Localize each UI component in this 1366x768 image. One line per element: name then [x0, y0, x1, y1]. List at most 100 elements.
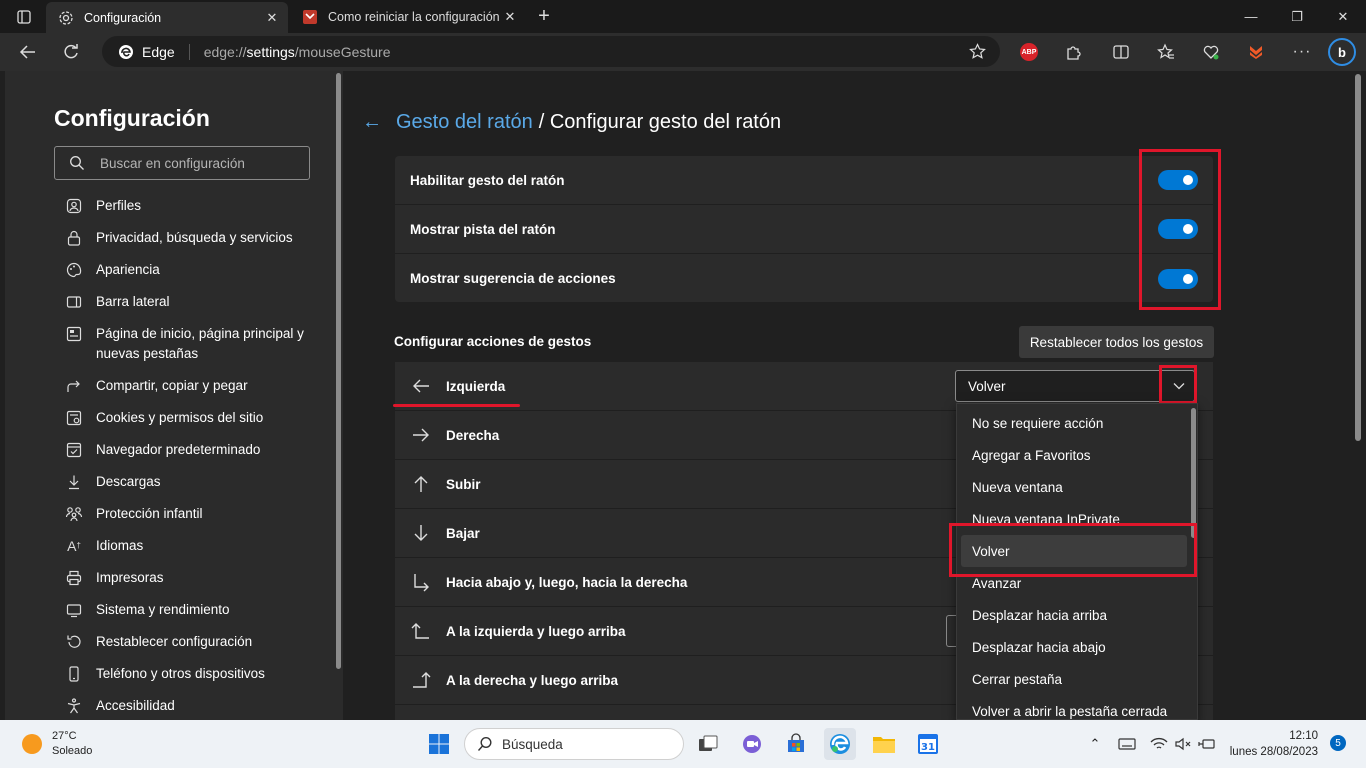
sidebar-item-pagina-inicio[interactable]: Página de inicio, página principal y nue… [65, 324, 316, 364]
weather-widget[interactable]: 27°C Soleado [22, 729, 92, 759]
arrow-right-icon [413, 428, 429, 442]
toggle-label: Habilitar gesto del ratón [410, 172, 565, 188]
new-tab-button[interactable]: + [530, 0, 558, 33]
sidebar-item-accesibilidad[interactable]: Accesibilidad [65, 696, 316, 716]
settings-search-input[interactable]: Buscar en configuración [54, 146, 310, 180]
scrollbar-thumb[interactable] [336, 73, 341, 669]
toggle-row: Mostrar pista del ratón [395, 205, 1213, 254]
plus-icon: + [538, 5, 550, 27]
sidebar-item-label: Página de inicio, página principal y nue… [96, 326, 304, 361]
gesture-label: Izquierda [446, 378, 506, 394]
calendar-app-button[interactable]: 31 [912, 728, 944, 760]
sidebar-scrollbar[interactable] [335, 71, 343, 720]
download-icon [65, 473, 83, 491]
keyboard-icon[interactable] [1118, 737, 1136, 751]
tab-actions-button[interactable] [8, 0, 40, 33]
search-icon [70, 156, 84, 170]
share-icon [65, 377, 83, 395]
brave-extension-button[interactable] [1240, 36, 1272, 68]
dropdown-option[interactable]: Desplazar hacia arriba [957, 599, 1189, 631]
file-explorer-button[interactable] [868, 728, 900, 760]
option-label: Desplazar hacia arriba [972, 607, 1108, 623]
browser-essentials-button[interactable] [1195, 36, 1227, 68]
dropdown-option[interactable]: No se requiere acción [957, 407, 1189, 439]
store-icon [788, 733, 804, 752]
more-menu-button[interactable]: ··· [1286, 36, 1318, 68]
sidebar-item-cookies[interactable]: Cookies y permisos del sitio [65, 408, 316, 428]
back-arrow-icon[interactable]: ← [362, 111, 382, 134]
heart-pulse-icon [1203, 45, 1219, 60]
sidebar-item-idiomas[interactable]: A † Idiomas [65, 536, 316, 556]
browser-toolbar: Edge edge://settings/mouseGesture ABP ··… [0, 33, 1366, 71]
notification-badge[interactable]: 5 [1330, 735, 1346, 751]
weather-condition: Soleado [52, 745, 93, 757]
gesture-label: Subir [446, 476, 481, 492]
dropdown-option[interactable]: Desplazar hacia abajo [957, 631, 1189, 663]
sidebar-item-proteccion[interactable]: Protección infantil [65, 504, 316, 524]
battery-plug-icon[interactable] [1198, 737, 1216, 751]
gesture-select[interactable] [946, 615, 956, 647]
edge-taskbar-button[interactable] [824, 728, 856, 760]
puzzle-icon [1067, 46, 1081, 60]
dropdown-option[interactable]: Cerrar pestaña [957, 663, 1189, 695]
sidebar-item-label: Sistema y rendimiento [96, 602, 230, 617]
split-screen-button[interactable] [1105, 36, 1137, 68]
restore-button[interactable]: ❐ [1274, 0, 1320, 33]
tab-bar: Configuración ✕ Como reiniciar la config… [0, 0, 1366, 33]
dropdown-scrollbar[interactable] [1191, 408, 1196, 538]
extensions-button[interactable] [1057, 36, 1089, 68]
sidebar-item-telefono[interactable]: Teléfono y otros dispositivos [65, 664, 316, 684]
scrollbar-thumb[interactable] [1355, 74, 1361, 441]
sidebar-item-privacidad[interactable]: Privacidad, búsqueda y servicios [65, 228, 316, 248]
favorite-star-icon[interactable] [969, 43, 986, 60]
address-bar[interactable]: Edge edge://settings/mouseGesture [102, 36, 1000, 67]
dropdown-option[interactable]: Volver a abrir la pestaña cerrada [957, 695, 1189, 719]
chevron-up-icon[interactable]: ⌃ [1086, 736, 1104, 752]
select-value: Volver [968, 378, 1006, 394]
refresh-button[interactable] [55, 36, 87, 68]
sidebar-item-perfiles[interactable]: Perfiles [65, 196, 316, 216]
close-tab-icon[interactable]: ✕ [264, 10, 280, 26]
down-then-right-icon [414, 574, 429, 592]
speaker-muted-icon[interactable] [1174, 737, 1192, 751]
back-button[interactable] [12, 36, 44, 68]
arrow-left-icon [413, 379, 429, 393]
sidebar-item-label: Accesibilidad [96, 698, 175, 713]
teams-chat-button[interactable] [736, 728, 768, 760]
default-browser-icon [65, 441, 83, 459]
close-window-button[interactable]: ✕ [1320, 0, 1366, 33]
tab-settings[interactable]: Configuración ✕ [46, 2, 288, 33]
clock[interactable]: 12:10 lunes 28/08/2023 [1222, 728, 1318, 760]
option-label: No se requiere acción [972, 415, 1104, 431]
sidebar-item-apariencia[interactable]: Apariencia [65, 260, 316, 280]
wifi-icon[interactable] [1150, 737, 1168, 751]
breadcrumb-link[interactable]: Gesto del ratón [396, 111, 533, 134]
sidebar-item-impresoras[interactable]: Impresoras [65, 568, 316, 588]
dropdown-option[interactable]: Agregar a Favoritos [957, 439, 1189, 471]
tab-article[interactable]: Como reiniciar la configuración d ✕ [290, 0, 526, 33]
main-scrollbar[interactable] [1353, 71, 1363, 720]
dropdown-option[interactable]: Nueva ventana [957, 471, 1189, 503]
arrow-down-icon [414, 525, 428, 541]
sidebar-item-label: Descargas [96, 474, 161, 489]
adblock-extension-button[interactable]: ABP [1013, 36, 1045, 68]
option-label: Cerrar pestaña [972, 671, 1063, 687]
sidebar-item-restablecer[interactable]: Restablecer configuración [65, 632, 316, 652]
minimize-button[interactable]: — [1228, 0, 1274, 33]
copilot-button[interactable]: b [1326, 36, 1358, 68]
task-view-button[interactable] [692, 728, 724, 760]
sidebar-item-navegador[interactable]: Navegador predeterminado [65, 440, 316, 460]
page-content: Configuración Buscar en configuración Pe… [0, 71, 1366, 720]
profile-icon [65, 197, 83, 215]
store-button[interactable] [780, 728, 812, 760]
start-button[interactable] [423, 728, 455, 760]
sidebar-item-sistema[interactable]: Sistema y rendimiento [65, 600, 316, 620]
reset-gestures-button[interactable]: Restablecer todos los gestos [1019, 326, 1214, 358]
sidebar-item-label: Compartir, copiar y pegar [96, 378, 248, 393]
sidebar-item-compartir[interactable]: Compartir, copiar y pegar [65, 376, 316, 396]
taskbar-search[interactable]: Búsqueda [464, 728, 684, 760]
sidebar-item-barra-lateral[interactable]: Barra lateral [65, 292, 316, 312]
favorites-button[interactable] [1150, 36, 1182, 68]
sidebar-item-descargas[interactable]: Descargas [65, 472, 316, 492]
close-tab-icon[interactable]: ✕ [502, 9, 518, 25]
